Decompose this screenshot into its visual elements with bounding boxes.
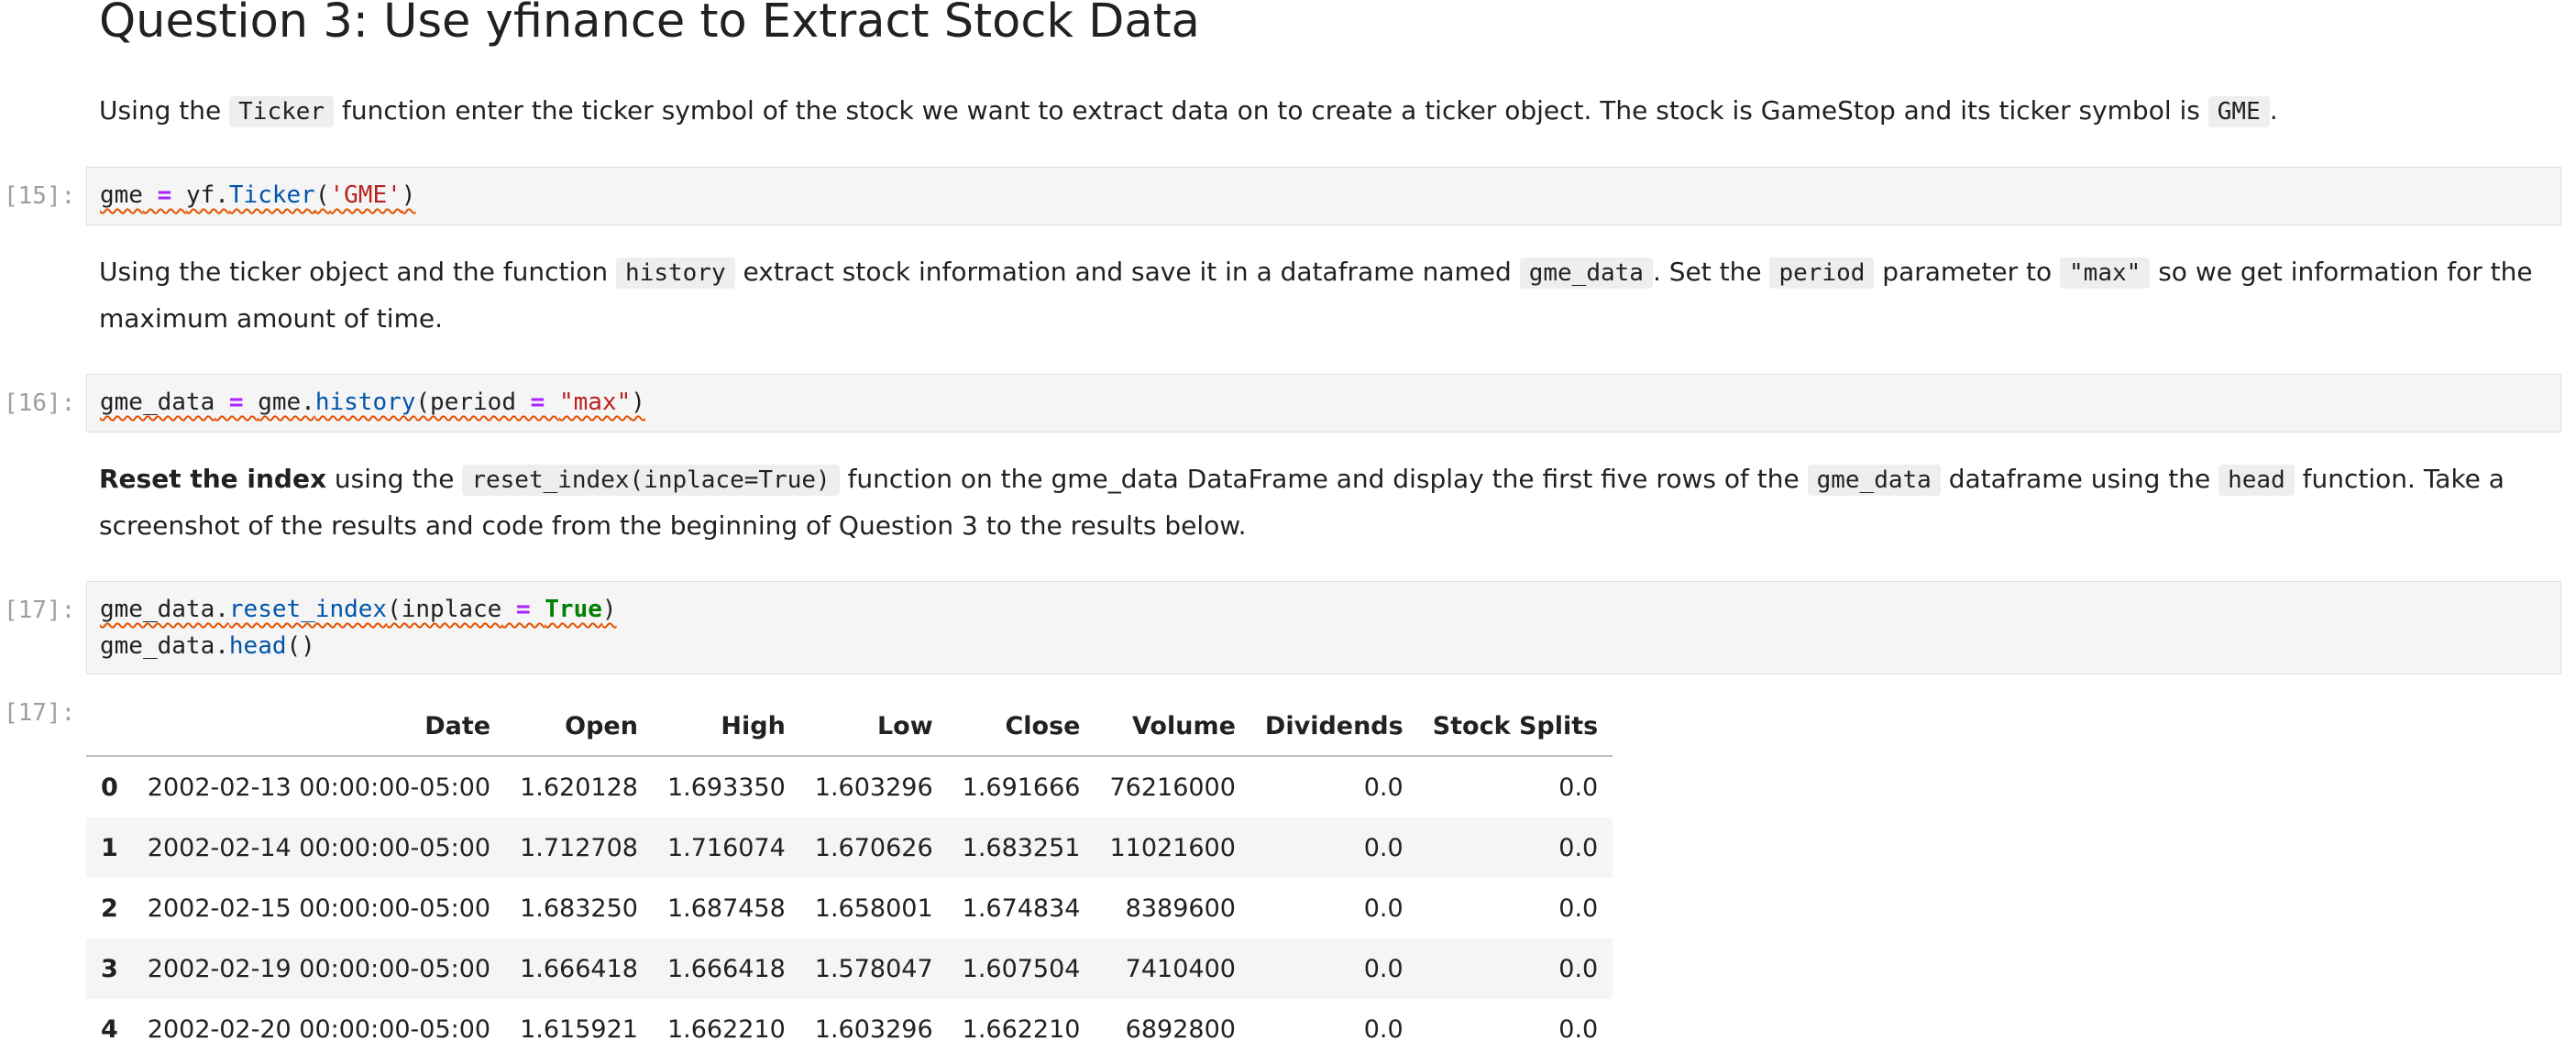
cell-high: 1.716074: [666, 833, 786, 862]
cell-dividends: 0.0: [1363, 1014, 1404, 1044]
text: function on the gme_data DataFrame and d…: [839, 464, 1808, 494]
column-header-low: Low: [799, 696, 948, 757]
cell-low: 1.603296: [814, 773, 933, 802]
cell-dividends: 0.0: [1363, 833, 1404, 862]
text: using the: [326, 464, 463, 494]
cell-open: 1.712708: [520, 833, 638, 862]
cell-date: 2002-02-19 00:00:00-05:00: [147, 954, 491, 983]
cell-date: 2002-02-13 00:00:00-05:00: [147, 773, 491, 802]
text: . Set the: [1652, 257, 1770, 287]
inline-code-head: head: [2218, 465, 2295, 496]
cell-dividends: 0.0: [1363, 773, 1404, 802]
cell-close: 1.607504: [962, 954, 1081, 983]
cell-prompt-15: [15]:: [4, 182, 76, 210]
text: parameter to: [1874, 257, 2061, 287]
table-row: 2 2002-02-15 00:00:00-05:00 1.683250 1.6…: [86, 878, 1613, 938]
inline-code-period: period: [1769, 258, 1875, 289]
cell-close: 1.674834: [962, 893, 1081, 923]
cell-date: 2002-02-14 00:00:00-05:00: [147, 833, 491, 862]
question-heading: Question 3: Use yfinance to Extract Stoc…: [99, 0, 1200, 49]
cell-low: 1.603296: [814, 1014, 933, 1044]
table-row: 0 2002-02-13 00:00:00-05:00 1.620128 1.6…: [86, 756, 1613, 817]
inline-code-ticker: Ticker: [229, 96, 335, 127]
inline-code-gme-data: gme_data: [1807, 465, 1941, 496]
inline-code-max: "max": [2060, 258, 2151, 289]
cell-stock-splits: 0.0: [1558, 833, 1599, 862]
cell-close: 1.691666: [962, 773, 1081, 802]
row-index: 4: [101, 1014, 118, 1044]
cell-open: 1.666418: [520, 954, 638, 983]
column-header-high: High: [652, 696, 800, 757]
cell-high: 1.662210: [666, 1014, 786, 1044]
column-header-volume: Volume: [1095, 696, 1250, 757]
cell-dividends: 0.0: [1363, 893, 1404, 923]
table-row: 4 2002-02-20 00:00:00-05:00 1.615921 1.6…: [86, 999, 1613, 1059]
row-index: 3: [101, 954, 118, 983]
inline-code-gme: GME: [2207, 96, 2270, 127]
cell-date: 2002-02-20 00:00:00-05:00: [147, 1014, 491, 1044]
cell-close: 1.683251: [962, 833, 1081, 862]
inline-code-gme-data: gme_data: [1519, 258, 1653, 289]
cell-low: 1.578047: [814, 954, 933, 983]
column-header-date: Date: [132, 696, 506, 757]
cell-volume: 7410400: [1125, 954, 1236, 983]
column-header-dividends: Dividends: [1249, 696, 1418, 757]
output-prompt-17: [17]:: [4, 699, 76, 727]
text: Using the: [99, 95, 230, 126]
code-token: gme_data = gme.history(period = "max"): [100, 389, 645, 416]
code-cell-15[interactable]: gme = yf.Ticker('GME'): [86, 167, 2561, 225]
cell-date: 2002-02-15 00:00:00-05:00: [147, 893, 491, 923]
cell-open: 1.620128: [520, 773, 638, 802]
code-line: gme_data.reset_index(inplace = True): [100, 591, 2548, 628]
markdown-paragraph-1: Using the Ticker function enter the tick…: [99, 88, 2556, 135]
column-header-stock-splits: Stock Splits: [1417, 696, 1613, 757]
row-index: 1: [101, 833, 118, 862]
table-header-row: Date Open High Low Close Volume Dividend…: [86, 696, 1613, 757]
markdown-paragraph-3: Reset the index using the reset_index(in…: [99, 456, 2556, 549]
cell-open: 1.615921: [520, 1014, 638, 1044]
cell-volume: 6892800: [1125, 1014, 1236, 1044]
table-row: 1 2002-02-14 00:00:00-05:00 1.712708 1.7…: [86, 817, 1613, 878]
text: dataframe using the: [1940, 464, 2219, 494]
row-index: 0: [101, 773, 118, 802]
cell-low: 1.658001: [814, 893, 933, 923]
cell-close: 1.662210: [962, 1014, 1081, 1044]
cell-dividends: 0.0: [1363, 954, 1404, 983]
dataframe-output: Date Open High Low Close Volume Dividend…: [86, 696, 1613, 1059]
column-header-close: Close: [947, 696, 1095, 757]
code-line: gme_data.head(): [100, 632, 315, 660]
inline-code-reset-index: reset_index(inplace=True): [462, 465, 840, 496]
column-header-open: Open: [505, 696, 653, 757]
table-row: 3 2002-02-19 00:00:00-05:00 1.666418 1.6…: [86, 938, 1613, 999]
cell-stock-splits: 0.0: [1558, 773, 1599, 802]
code-token: gme = yf.Ticker('GME'): [100, 181, 416, 209]
code-line: gme_data = gme.history(period = "max"): [100, 384, 2548, 421]
text: function enter the ticker symbol of the …: [334, 95, 2208, 126]
cell-high: 1.693350: [666, 773, 786, 802]
cell-stock-splits: 0.0: [1558, 893, 1599, 923]
inline-code-history: history: [616, 258, 735, 289]
cell-volume: 8389600: [1125, 893, 1236, 923]
cell-low: 1.670626: [814, 833, 933, 862]
code-line: gme = yf.Ticker('GME'): [100, 177, 2548, 214]
cell-volume: 11021600: [1109, 833, 1236, 862]
text: .: [2269, 95, 2278, 126]
cell-stock-splits: 0.0: [1558, 954, 1599, 983]
row-index: 2: [101, 893, 118, 923]
cell-prompt-17: [17]:: [4, 597, 76, 624]
cell-open: 1.683250: [520, 893, 638, 923]
code-cell-17[interactable]: gme_data.reset_index(inplace = True) gme_…: [86, 581, 2561, 674]
code-token: gme_data.reset_index(inplace = True): [100, 596, 617, 623]
cell-volume: 76216000: [1109, 773, 1236, 802]
text: Using the ticker object and the function: [99, 257, 617, 287]
cell-high: 1.666418: [666, 954, 786, 983]
bold-text: Reset the index: [99, 464, 327, 494]
cell-prompt-16: [16]:: [4, 389, 76, 417]
text: extract stock information and save it in…: [734, 257, 1520, 287]
cell-stock-splits: 0.0: [1558, 1014, 1599, 1044]
column-header-index: [86, 696, 133, 757]
markdown-paragraph-2: Using the ticker object and the function…: [99, 249, 2556, 342]
code-cell-16[interactable]: gme_data = gme.history(period = "max"): [86, 374, 2561, 433]
cell-high: 1.687458: [666, 893, 786, 923]
